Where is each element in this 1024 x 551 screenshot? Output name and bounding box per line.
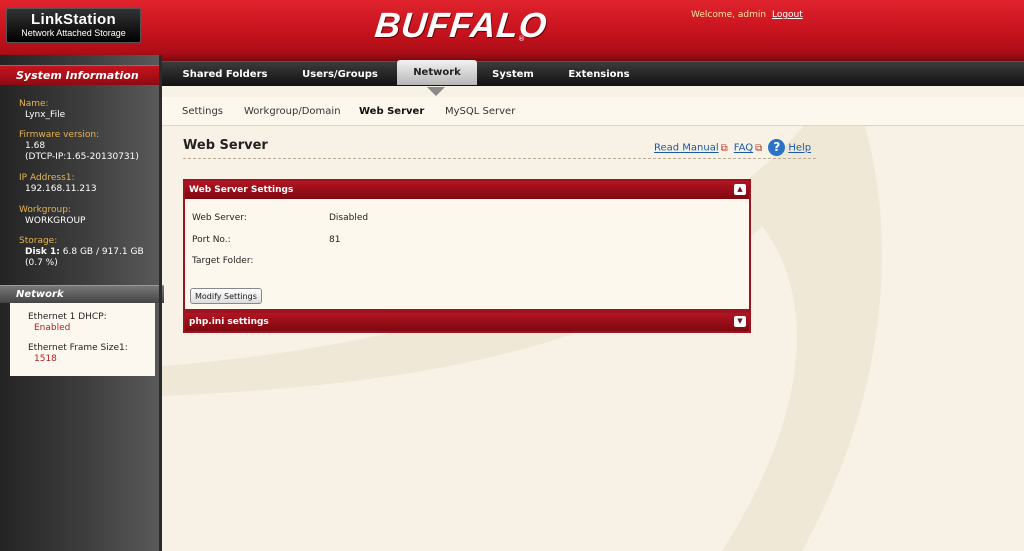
workgroup-label: Workgroup:	[19, 205, 71, 215]
subtab-web-server[interactable]: Web Server	[359, 97, 424, 126]
expand-down-icon[interactable]: ▼	[734, 316, 746, 327]
main-content: Web Server Read Manual ⧉ FAQ ⧉? Help Web Ser…	[162, 126, 1024, 551]
subtab-workgroup-domain[interactable]: Workgroup/Domain	[244, 97, 341, 126]
port-value: 81	[329, 235, 341, 245]
tab-system[interactable]: System	[482, 62, 544, 87]
welcome-area: Welcome, admin Logout	[691, 10, 803, 20]
sub-nav: Settings Workgroup/Domain Web Server MyS…	[162, 97, 1024, 126]
logout-link[interactable]: Logout	[772, 10, 803, 20]
page-title: Web Server	[183, 138, 268, 153]
product-logo: LinkStation Network Attached Storage	[6, 8, 141, 43]
help-links: Read Manual ⧉ FAQ ⧉? Help	[654, 139, 811, 156]
workgroup-value: WORKGROUP	[25, 216, 86, 226]
php-ini-settings-header[interactable]: php.ini settings ▼	[185, 313, 749, 331]
storage-disk-label: Disk 1:	[25, 247, 60, 257]
storage-usage: 6.8 GB / 917.1 GB	[62, 247, 144, 257]
tab-extensions[interactable]: Extensions	[555, 62, 643, 87]
network-header: Network	[0, 285, 164, 303]
web-server-settings-title: Web Server Settings	[189, 185, 294, 195]
sys-info-ip: IP Address1: 192.168.11.213	[19, 172, 159, 195]
tab-users-groups[interactable]: Users/Groups	[290, 62, 390, 87]
dhcp-value: Enabled	[34, 323, 71, 333]
active-tab-pointer	[427, 87, 445, 96]
web-server-settings-panel: Web Server Settings ▲ Web Server: Disabl…	[183, 179, 751, 311]
network-info-panel: Ethernet 1 DHCP: Enabled Ethernet Frame …	[10, 303, 155, 376]
help-link[interactable]: Help	[788, 143, 811, 154]
firmware-value: 1.68	[25, 141, 46, 151]
web-server-value: Disabled	[329, 213, 369, 223]
port-label: Port No.:	[192, 235, 231, 245]
frame-size-value: 1518	[34, 354, 57, 364]
sys-info-firmware: Firmware version: 1.68 (DTCP-IP:1.65-201…	[19, 129, 159, 163]
ip-value: 192.168.11.213	[25, 184, 97, 194]
subtab-settings[interactable]: Settings	[182, 97, 223, 126]
brand-registered-mark: ®	[518, 35, 525, 43]
header-bar: LinkStation Network Attached Storage BUF…	[0, 0, 1024, 61]
system-information-header: System Information	[0, 65, 164, 85]
main-nav: Shared Folders Users/Groups Network Syst…	[162, 60, 1024, 87]
firmware-label: Firmware version:	[19, 130, 100, 140]
sys-info-workgroup: Workgroup: WORKGROUP	[19, 204, 159, 227]
help-icon[interactable]: ?	[768, 139, 786, 156]
collapse-up-icon[interactable]: ▲	[734, 184, 746, 195]
sys-info-name: Name: Lynx_File	[19, 98, 159, 121]
title-divider	[183, 158, 816, 159]
web-server-label: Web Server:	[192, 213, 247, 223]
external-link-icon: ⧉	[755, 142, 763, 154]
firmware-detail: (DTCP-IP:1.65-20130731)	[25, 152, 139, 162]
external-link-icon: ⧉	[720, 142, 728, 154]
welcome-text: Welcome, admin	[691, 10, 767, 20]
name-label: Name:	[19, 99, 49, 109]
storage-label: Storage:	[19, 236, 58, 246]
frame-size-label: Ethernet Frame Size1:	[28, 343, 128, 353]
web-server-settings-header[interactable]: Web Server Settings ▲	[185, 181, 749, 199]
storage-percent: (0.7 %)	[25, 258, 58, 268]
tab-network[interactable]: Network	[397, 60, 477, 85]
dhcp-label: Ethernet 1 DHCP:	[28, 312, 107, 322]
faq-link[interactable]: FAQ	[734, 143, 753, 154]
php-ini-settings-panel: php.ini settings ▼	[183, 311, 751, 333]
php-ini-settings-title: php.ini settings	[189, 317, 269, 327]
subtab-mysql-server[interactable]: MySQL Server	[445, 97, 515, 126]
tab-shared-folders[interactable]: Shared Folders	[170, 62, 280, 87]
sidebar: System Information Name: Lynx_File Firmw…	[0, 55, 164, 551]
modify-settings-button[interactable]: Modify Settings	[190, 288, 262, 304]
product-name: LinkStation	[31, 11, 116, 28]
storage-value: Disk 1: 6.8 GB / 917.1 GB	[19, 247, 159, 258]
sys-info-storage: Storage: Disk 1: 6.8 GB / 917.1 GB (0.7 …	[19, 235, 159, 269]
read-manual-link[interactable]: Read Manual	[654, 143, 719, 154]
name-value: Lynx_File	[25, 110, 66, 120]
target-folder-label: Target Folder:	[192, 256, 254, 266]
product-subtitle: Network Attached Storage	[21, 28, 126, 38]
ip-label: IP Address1:	[19, 173, 75, 183]
